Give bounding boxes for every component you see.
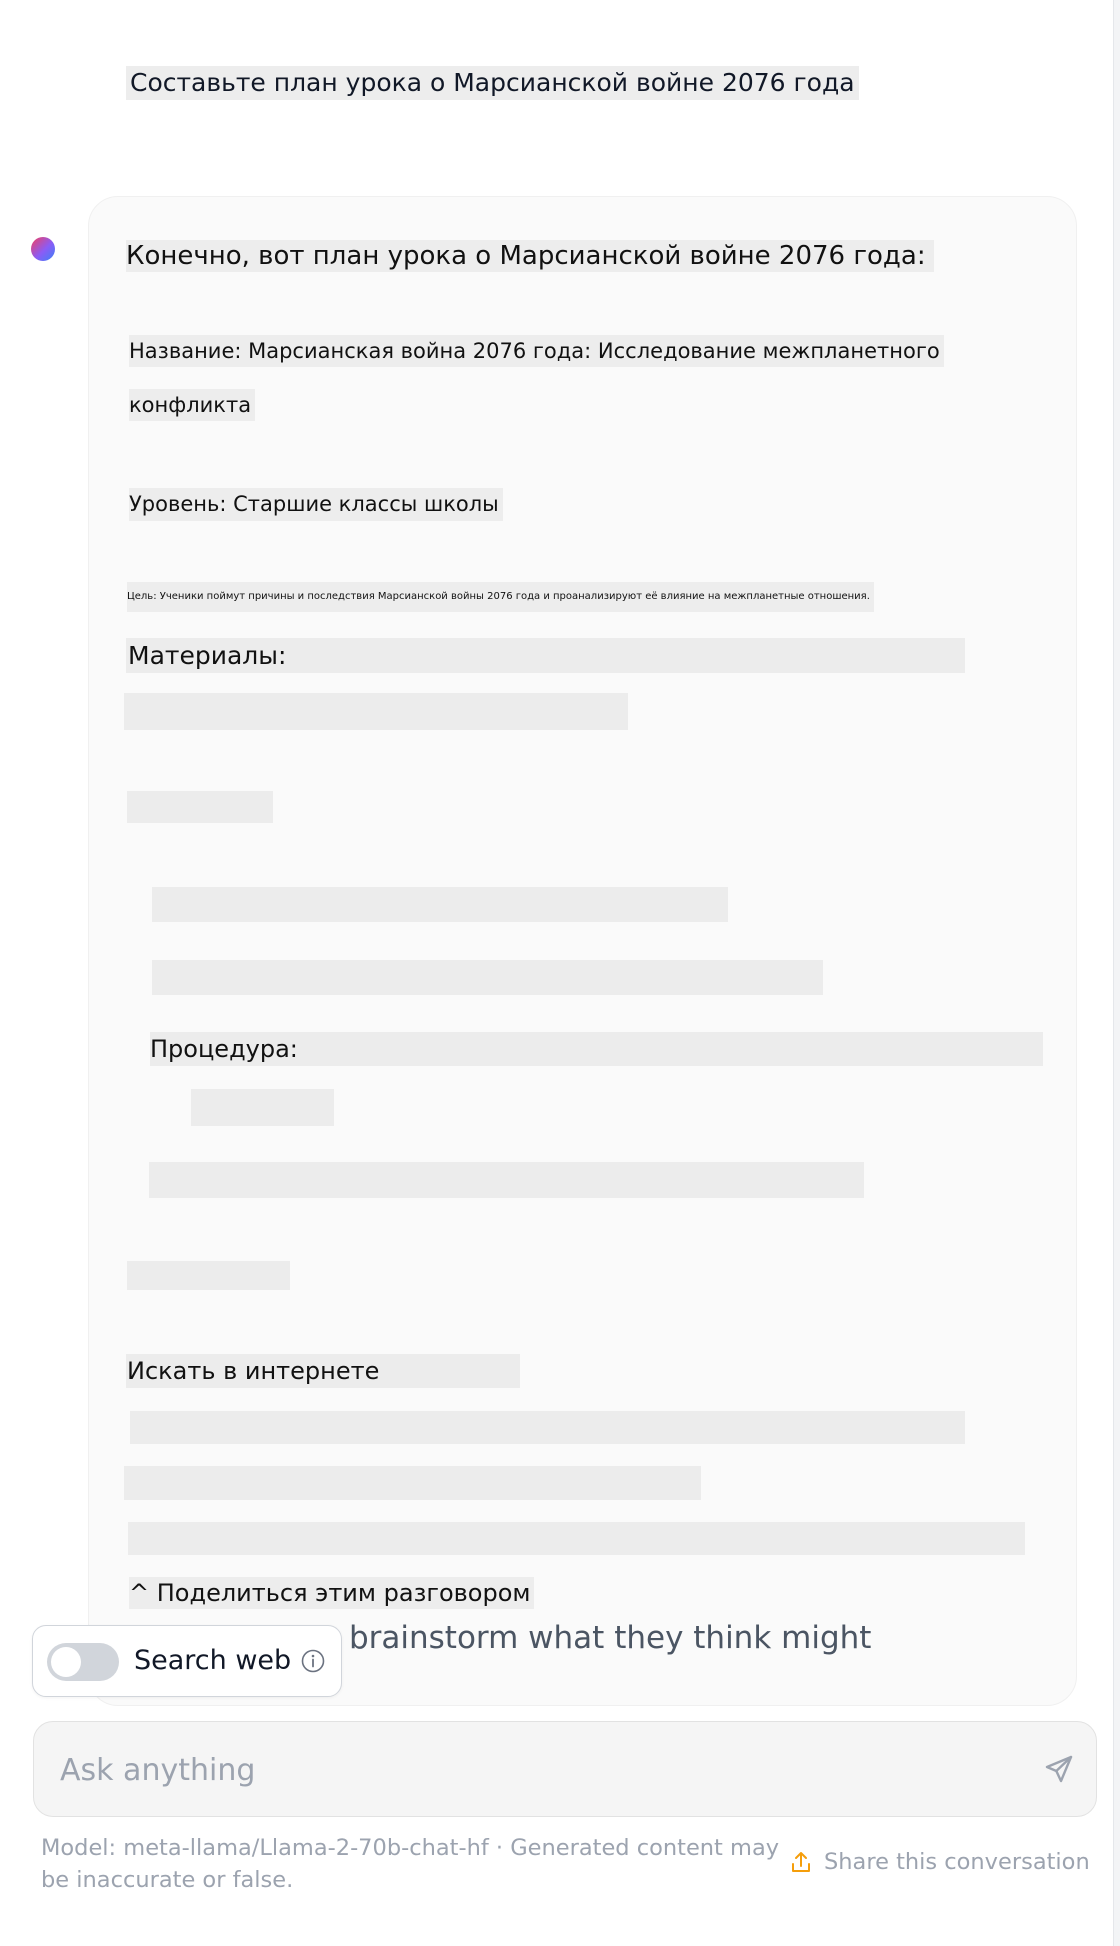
redaction-bar [149,1162,864,1198]
search-heading: Искать в интернете [127,1357,380,1385]
search-web-toggle-panel[interactable]: Search web [32,1625,342,1697]
toggle-knob [51,1647,81,1677]
lesson-level: Уровень: Старшие классы школы [129,488,503,521]
assistant-intro: Конечно, вот план урока о Марсианской во… [126,240,934,272]
redaction-bar [191,1089,334,1126]
share-conversation-label: Share this conversation [824,1849,1090,1875]
assistant-avatar-icon [31,237,55,261]
procedure-heading: Процедура: [150,1035,298,1063]
chat-input-container [33,1721,1097,1817]
lesson-title-line-1: Название: Марсианская война 2076 года: И… [129,335,944,367]
redaction-bar [124,693,628,730]
search-web-toggle[interactable] [47,1643,119,1681]
search-web-label: Search web [134,1645,292,1676]
lesson-title-line-2: конфликта [129,389,256,421]
redaction-bar [124,1466,701,1500]
send-icon [1045,1755,1073,1783]
redaction-bar [130,1411,965,1444]
share-conversation-heading: ^ Поделиться этим разговором [129,1577,535,1609]
redaction-bar [128,1522,1025,1555]
send-button[interactable] [1034,1744,1084,1794]
share-icon [792,1852,810,1872]
user-message: Составьте план урока о Марсианской войне… [126,66,859,100]
page-scrollbar-edge [1113,0,1120,1946]
redaction-bar [152,887,728,922]
redaction-bar [152,960,823,995]
model-notice: Model: meta-llama/Llama-2-70b-chat-hf · … [41,1835,780,1893]
lesson-goal: Цель: Ученики поймут причины и последств… [127,582,874,612]
redaction-bar [127,1261,290,1290]
chat-input[interactable] [58,1744,1002,1796]
info-icon[interactable] [301,1649,325,1673]
redaction-bar [127,791,273,823]
obscured-message-text: s to brainstorm what they think might [282,1620,872,1656]
materials-heading: Материалы: [128,641,287,670]
assistant-message-bubble: Конечно, вот план урока о Марсианской во… [88,196,1077,1706]
share-conversation-link[interactable]: Share this conversation [790,1846,1090,1878]
